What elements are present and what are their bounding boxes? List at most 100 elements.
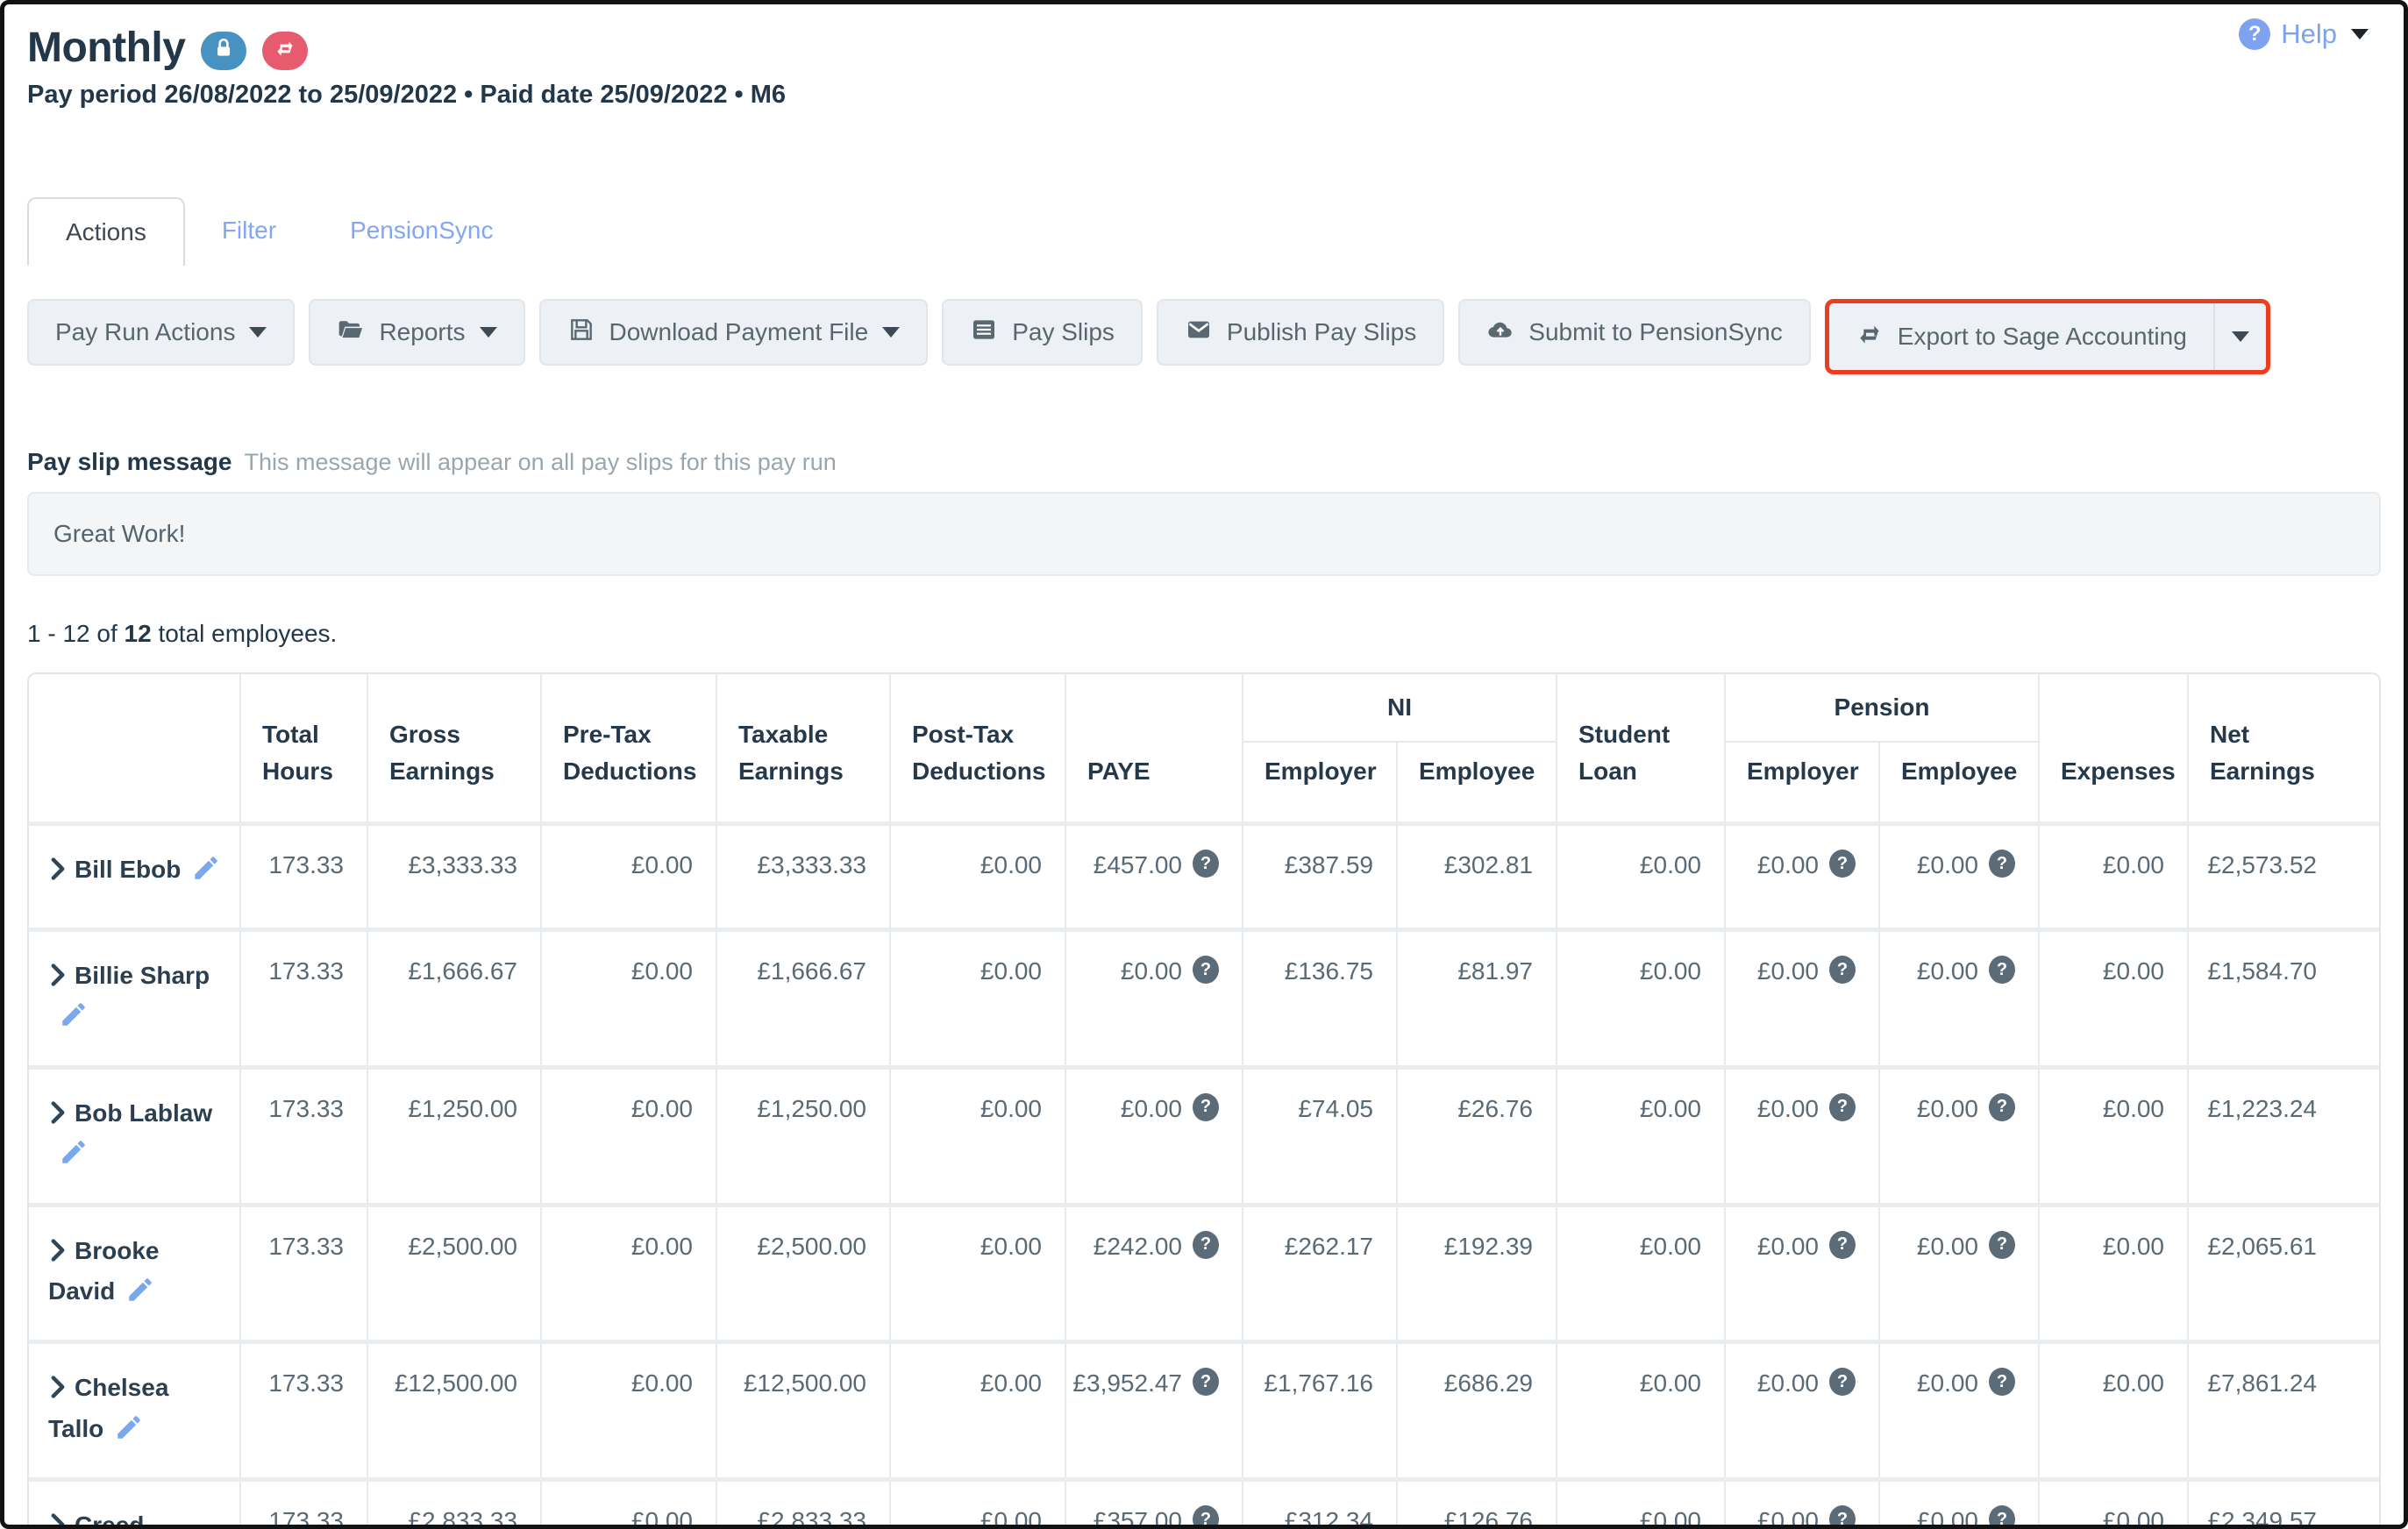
chevron-right-icon[interactable] — [48, 1234, 68, 1272]
cell-net: £2,573.52 — [2187, 826, 2340, 928]
question-tooltip-icon[interactable]: ? — [1989, 956, 2015, 984]
cell-gross: £2,833.33 — [367, 1482, 540, 1529]
tab-bar: Actions Filter PensionSync — [27, 197, 2381, 266]
cell-value: £357.00 — [1094, 1506, 1182, 1529]
question-tooltip-icon[interactable]: ? — [1989, 1093, 2015, 1121]
cell-ni-employer: £312.34 — [1242, 1482, 1396, 1529]
tab-actions[interactable]: Actions — [27, 197, 185, 266]
export-to-sage-accounting-button[interactable]: Export to Sage Accounting — [1829, 303, 2213, 370]
payslip-message-header: Pay slip message This message will appea… — [27, 448, 2381, 476]
question-tooltip-icon[interactable]: ? — [1829, 1093, 1856, 1121]
cell-pension-employee: £0.00? — [1878, 1344, 2038, 1477]
question-tooltip-icon[interactable]: ? — [1829, 1505, 1856, 1529]
pay-run-table: Total Hours Gross Earnings Pre-Tax Deduc… — [27, 672, 2381, 1529]
question-tooltip-icon[interactable]: ? — [1989, 1368, 2015, 1396]
cell-ni-employee: £26.76 — [1396, 1070, 1556, 1203]
chevron-right-icon[interactable] — [48, 1509, 68, 1529]
question-tooltip-icon[interactable]: ? — [1989, 850, 2015, 878]
cell-expenses: £0.00 — [2038, 1207, 2187, 1341]
cell-value: £0.00 — [631, 1232, 693, 1262]
cell-post-tax: £0.00 — [889, 1344, 1065, 1477]
cell-ni-employee: £81.97 — [1396, 932, 1556, 1065]
employee-name: Bill Ebob — [75, 856, 181, 883]
edit-pencil-icon[interactable] — [114, 1412, 144, 1453]
cell-value: £0.00 — [980, 1506, 1042, 1529]
reports-button[interactable]: Reports — [309, 299, 524, 366]
chevron-right-icon[interactable] — [48, 853, 68, 891]
cell-value: £0.00 — [1757, 1369, 1819, 1398]
question-tooltip-icon[interactable]: ? — [1193, 1505, 1219, 1529]
question-tooltip-icon[interactable]: ? — [1193, 1093, 1219, 1121]
help-label: Help — [2281, 18, 2337, 50]
cell-value: £686.29 — [1444, 1369, 1533, 1398]
employees-count: 1 - 12 of 12 total employees. — [27, 620, 2381, 648]
cell-value: £302.81 — [1444, 850, 1533, 880]
export-options-caret-button[interactable] — [2215, 303, 2266, 370]
cell-pension-employer: £0.00? — [1724, 826, 1878, 928]
question-tooltip-icon[interactable]: ? — [1829, 1231, 1856, 1259]
employee-name-cell: Brooke David — [29, 1207, 239, 1341]
edit-pencil-icon[interactable] — [59, 1137, 89, 1177]
table-row: Bob Lablaw173.33£1,250.00£0.00£1,250.00£… — [29, 1065, 2379, 1203]
cell-value: £0.00 — [1121, 957, 1182, 986]
edit-pencil-icon[interactable] — [191, 853, 221, 893]
cell-value: £7,861.24 — [2207, 1369, 2317, 1398]
cell-value: £0.00 — [1917, 1232, 1978, 1262]
cell-value: £2,833.33 — [408, 1506, 517, 1529]
help-menu[interactable]: ? Help — [2239, 18, 2369, 50]
question-tooltip-icon[interactable]: ? — [1829, 956, 1856, 984]
tab-filter[interactable]: Filter — [185, 197, 313, 266]
question-tooltip-icon[interactable]: ? — [1989, 1505, 2015, 1529]
chevron-right-icon[interactable] — [48, 1371, 68, 1409]
pay-slips-button[interactable]: Pay Slips — [942, 299, 1143, 366]
payslip-message-input[interactable] — [27, 492, 2381, 576]
cell-pre-tax: £0.00 — [540, 1207, 716, 1341]
cell-total-hours: 173.33 — [239, 1344, 367, 1477]
edit-pencil-icon[interactable] — [125, 1275, 155, 1315]
cell-value: £12,500.00 — [744, 1369, 866, 1398]
pay-run-actions-button[interactable]: Pay Run Actions — [27, 299, 295, 366]
download-payment-file-button[interactable]: Download Payment File — [539, 299, 929, 366]
cell-value: £2,500.00 — [408, 1232, 517, 1262]
cell-pension-employee: £0.00? — [1878, 1207, 2038, 1341]
employee-name-cell: Billie Sharp — [29, 932, 239, 1065]
cell-pension-employer: £0.00? — [1724, 1344, 1878, 1477]
cell-taxable: £2,833.33 — [716, 1482, 889, 1529]
cell-paye: £3,952.47? — [1065, 1344, 1242, 1477]
cell-value: £2,573.52 — [2207, 850, 2317, 880]
question-tooltip-icon[interactable]: ? — [1193, 1368, 1219, 1396]
chevron-right-icon[interactable] — [48, 959, 68, 997]
question-tooltip-icon[interactable]: ? — [1989, 1231, 2015, 1259]
submit-to-pensionsync-button[interactable]: Submit to PensionSync — [1458, 299, 1811, 366]
repeat-icon — [274, 37, 296, 64]
cell-value: £387.59 — [1285, 850, 1373, 880]
header-student-loan: Student Loan — [1556, 674, 1724, 821]
question-tooltip-icon[interactable]: ? — [1193, 1231, 1219, 1259]
cell-value: £1,250.00 — [408, 1094, 517, 1124]
publish-pay-slips-button[interactable]: Publish Pay Slips — [1157, 299, 1444, 366]
recurring-badge — [262, 32, 308, 70]
question-tooltip-icon[interactable]: ? — [1829, 1368, 1856, 1396]
table-header: Total Hours Gross Earnings Pre-Tax Deduc… — [29, 674, 2379, 821]
cell-value: £0.00 — [631, 957, 693, 986]
cell-value: £0.00 — [2103, 1506, 2164, 1529]
chevron-right-icon[interactable] — [48, 1097, 68, 1134]
cell-student-loan: £0.00 — [1556, 826, 1724, 928]
table-row: Brooke David173.33£2,500.00£0.00£2,500.0… — [29, 1203, 2379, 1341]
cell-value: £0.00 — [980, 850, 1042, 880]
cell-pre-tax: £0.00 — [540, 1344, 716, 1477]
question-tooltip-icon[interactable]: ? — [1829, 850, 1856, 878]
cell-value: £2,500.00 — [757, 1232, 866, 1262]
header-group-ni: NI — [1242, 674, 1556, 743]
question-tooltip-icon[interactable]: ? — [1193, 956, 1219, 984]
cell-value: £0.00 — [2103, 1094, 2164, 1124]
cell-net: £1,223.24 — [2187, 1070, 2340, 1203]
cell-gross: £12,500.00 — [367, 1344, 540, 1477]
question-tooltip-icon[interactable]: ? — [1193, 850, 1219, 878]
cell-value: £0.00 — [980, 1232, 1042, 1262]
cell-value: £1,666.67 — [408, 957, 517, 986]
list-icon — [970, 316, 998, 350]
lock-icon — [212, 37, 235, 64]
edit-pencil-icon[interactable] — [59, 999, 89, 1040]
tab-pensionsync[interactable]: PensionSync — [313, 197, 530, 266]
